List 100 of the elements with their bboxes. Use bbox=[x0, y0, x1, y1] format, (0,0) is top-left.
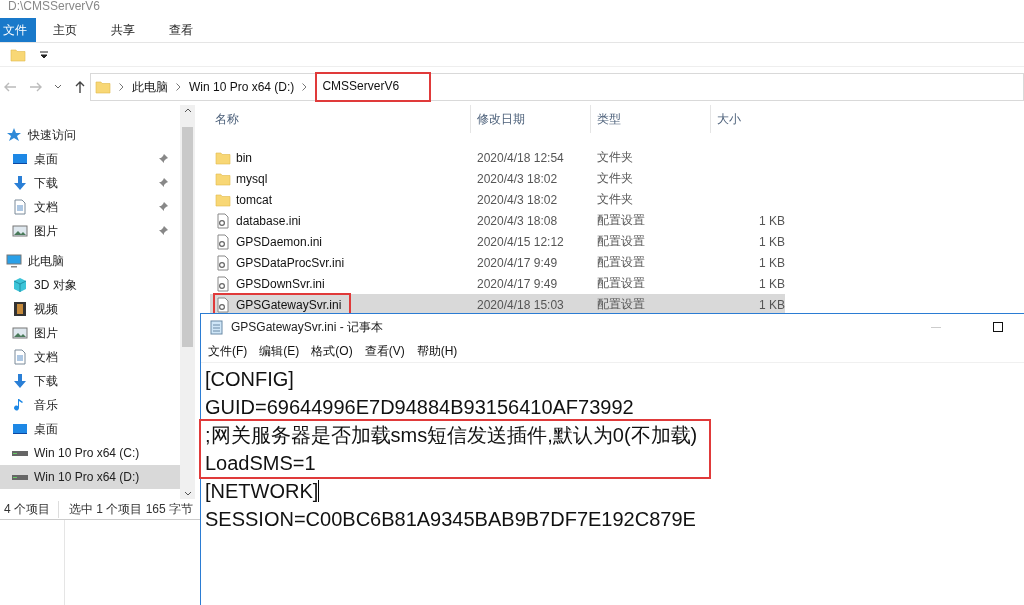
file-size: 1 KB bbox=[758, 297, 785, 312]
picture-icon bbox=[12, 223, 28, 239]
file-name: GPSDaemon.ini bbox=[236, 234, 323, 249]
file-row[interactable]: GPSDataProcSvr.ini 2020/4/17 9:49 配置设置 1 KB bbox=[210, 252, 785, 273]
file-row[interactable]: GPSDaemon.ini 2020/4/15 12:12 配置设置 1 KB bbox=[210, 231, 785, 252]
text-line: LoadSMS=1 bbox=[205, 451, 317, 476]
breadcrumb[interactable]: 此电脑 bbox=[132, 78, 168, 96]
column-header[interactable]: 名称 bbox=[215, 105, 470, 133]
sidebar-item[interactable]: Win 10 Pro x64 (D:) bbox=[0, 465, 180, 489]
file-row[interactable]: GPSGatewaySvr.ini 2020/4/18 15:03 配置设置 1 KB bbox=[210, 294, 785, 315]
computer-icon bbox=[6, 253, 22, 269]
ribbon-tab[interactable]: 主页 bbox=[36, 18, 94, 42]
text-line: [CONFIG] bbox=[205, 367, 295, 392]
settings-file-icon bbox=[215, 275, 231, 292]
ribbon-tab[interactable]: 查看 bbox=[152, 18, 210, 42]
text-line: [NETWORK] bbox=[205, 479, 321, 504]
sidebar-item[interactable]: 图片 bbox=[0, 219, 180, 243]
maximize-icon bbox=[993, 322, 1003, 332]
desktop-icon bbox=[12, 421, 28, 437]
column-header[interactable]: 修改日期 bbox=[470, 105, 590, 133]
sidebar-item[interactable]: 音乐 bbox=[0, 393, 180, 417]
file-row[interactable]: GPSDownSvr.ini 2020/4/17 9:49 配置设置 1 KB bbox=[210, 273, 785, 294]
text-line: ;网关服务器是否加载sms短信发送插件,默认为0(不加载) bbox=[205, 423, 698, 448]
file-type: 文件夹 bbox=[596, 191, 634, 208]
breadcrumb[interactable]: CMSServerV6 bbox=[315, 72, 432, 102]
sidebar-item[interactable]: Win 10 Pro x64 (C:) bbox=[0, 441, 180, 465]
download-arrow-icon bbox=[12, 175, 28, 191]
chevron-icon bbox=[176, 83, 181, 91]
pin-icon bbox=[158, 154, 168, 164]
sidebar-item[interactable]: 桌面 bbox=[0, 417, 180, 441]
sidebar-item[interactable]: 视频 bbox=[0, 297, 180, 321]
picture-icon bbox=[12, 325, 28, 341]
drive-icon bbox=[12, 450, 28, 456]
file-date: 2020/4/17 9:49 bbox=[476, 255, 559, 270]
star-icon bbox=[6, 127, 22, 143]
file-date: 2020/4/17 9:49 bbox=[476, 276, 559, 291]
column-header[interactable]: 大小 bbox=[710, 105, 790, 133]
file-type: 文件夹 bbox=[596, 149, 634, 166]
file-type: 配置设置 bbox=[596, 212, 646, 229]
sidebar-item[interactable]: 快速访问 bbox=[0, 123, 180, 147]
ribbon-tab[interactable]: 共享 bbox=[94, 18, 152, 42]
sidebar-item[interactable]: 图片 bbox=[0, 321, 180, 345]
menu-item[interactable]: 帮助(H) bbox=[415, 342, 459, 360]
status-text: 选中 1 个项目 165 字节 bbox=[68, 500, 195, 518]
menu-item[interactable]: 查看(V) bbox=[363, 342, 406, 360]
sidebar-item[interactable]: 下载 bbox=[0, 171, 180, 195]
pin-icon bbox=[158, 178, 168, 188]
notepad-icon bbox=[209, 319, 225, 335]
breadcrumb[interactable]: Win 10 Pro x64 (D:) bbox=[189, 80, 295, 94]
folder-icon bbox=[215, 191, 231, 208]
document-icon bbox=[12, 349, 28, 365]
drive-icon bbox=[12, 474, 28, 480]
scrollbar[interactable] bbox=[180, 105, 195, 499]
chevron-down-icon bbox=[54, 83, 62, 91]
column-header[interactable]: 类型 bbox=[590, 105, 710, 133]
file-name: database.ini bbox=[236, 213, 301, 228]
file-name: GPSDownSvr.ini bbox=[236, 276, 325, 291]
sidebar-item[interactable]: 下载 bbox=[0, 369, 180, 393]
file-row[interactable]: bin 2020/4/18 12:54 文件夹 bbox=[210, 147, 785, 168]
file-date: 2020/4/3 18:02 bbox=[476, 171, 559, 186]
file-date: 2020/4/18 12:54 bbox=[476, 150, 565, 165]
folder-icon bbox=[215, 149, 231, 166]
folder-icon bbox=[10, 46, 26, 63]
file-date: 2020/4/3 18:08 bbox=[476, 213, 559, 228]
pin-icon bbox=[158, 202, 168, 212]
file-size: 1 KB bbox=[758, 213, 785, 228]
file-size: 1 KB bbox=[758, 234, 785, 249]
file-type: 配置设置 bbox=[596, 296, 646, 313]
file-type: 配置设置 bbox=[596, 233, 646, 250]
file-size: 1 KB bbox=[758, 276, 785, 291]
file-row[interactable]: mysql 2020/4/3 18:02 文件夹 bbox=[210, 168, 785, 189]
download-arrow-icon bbox=[12, 373, 28, 389]
file-name: bin bbox=[236, 150, 252, 165]
window-title: D:\CMSServerV6 bbox=[8, 0, 101, 12]
text-line: GUID=69644996E7D94884B93156410AF73992 bbox=[205, 395, 634, 420]
folder-icon bbox=[215, 170, 231, 187]
chevron-icon bbox=[119, 83, 124, 91]
cube-icon bbox=[12, 277, 28, 293]
file-name: GPSGatewaySvr.ini bbox=[236, 297, 342, 312]
text-line: SESSION=C00BC6B81A9345BAB9B7DF7E192C879E bbox=[205, 507, 696, 532]
file-row[interactable]: tomcat 2020/4/3 18:02 文件夹 bbox=[210, 189, 785, 210]
menu-item[interactable]: 编辑(E) bbox=[258, 342, 301, 360]
file-name: tomcat bbox=[236, 192, 272, 207]
file-row[interactable]: database.ini 2020/4/3 18:08 配置设置 1 KB bbox=[210, 210, 785, 231]
desktop-icon bbox=[12, 151, 28, 167]
window-title: GPSGatewaySvr.ini - 记事本 bbox=[231, 318, 385, 336]
chevron-icon bbox=[302, 83, 308, 91]
sidebar-item[interactable]: 3D 对象 bbox=[0, 273, 180, 297]
sidebar-item[interactable]: 文档 bbox=[0, 195, 180, 219]
dropdown-icon bbox=[40, 50, 48, 59]
status-text: 4 个项目 bbox=[0, 500, 59, 518]
sidebar-item[interactable]: 桌面 bbox=[0, 147, 180, 171]
file-size: 1 KB bbox=[758, 255, 785, 270]
sidebar-item[interactable]: 此电脑 bbox=[0, 249, 180, 273]
file-menu-tab[interactable]: 文件 bbox=[0, 18, 36, 42]
file-type: 配置设置 bbox=[596, 254, 646, 271]
sidebar-item[interactable]: 文档 bbox=[0, 345, 180, 369]
folder-icon bbox=[95, 79, 111, 95]
menu-item[interactable]: 格式(O) bbox=[310, 342, 354, 360]
menu-item[interactable]: 文件(F) bbox=[207, 342, 249, 360]
